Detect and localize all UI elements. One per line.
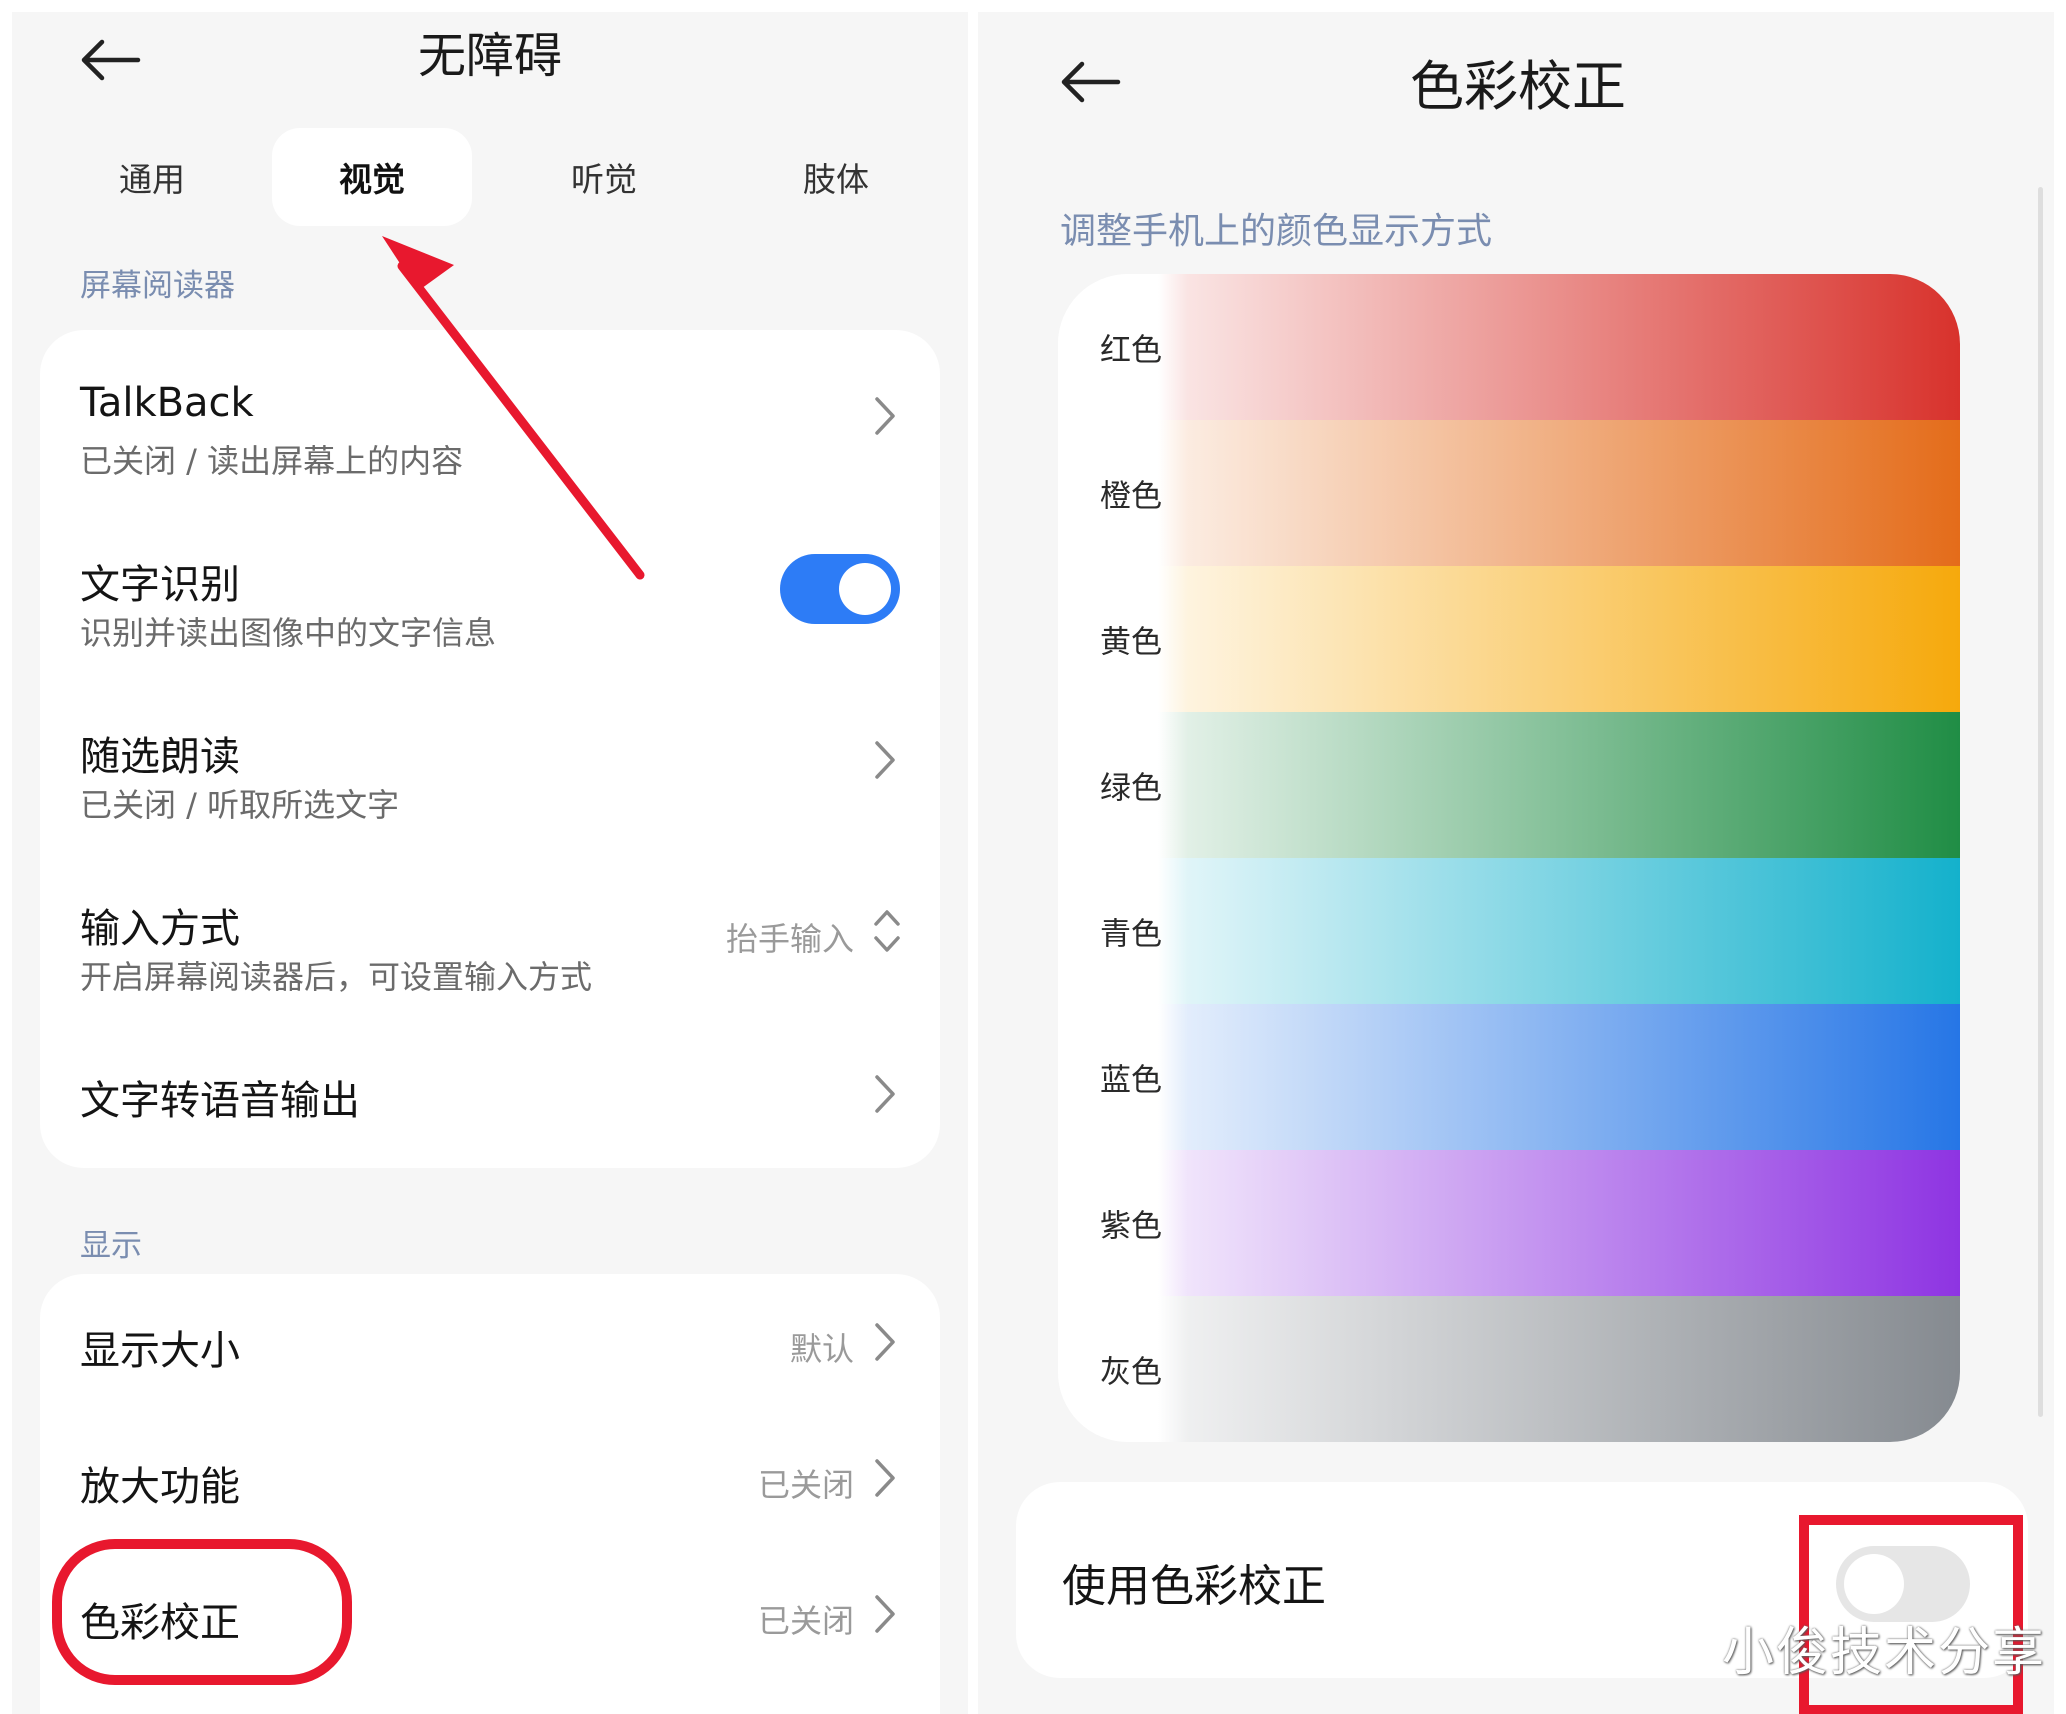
color-band-green: 绿色 [1058,712,1960,858]
text-recognition-row: 文字识别 识别并读出图像中的文字信息 [40,502,940,674]
page-title: 色彩校正 [1410,55,1626,118]
scrollbar[interactable] [2038,187,2043,1417]
chevron-right-icon [875,1075,895,1113]
talkback-title: TalkBack [80,380,254,426]
select-to-speak-title: 随选朗读 [80,734,240,780]
tts-output-row[interactable]: 文字转语音输出 [40,1018,940,1168]
color-palette: 红色 橙色 黄色 绿色 青色 蓝色 紫色 灰色 [1058,274,1960,1442]
talkback-subtitle: 已关闭 / 读出屏幕上的内容 [80,442,464,480]
chevron-up-down-icon [874,910,900,952]
accessibility-screen: 无障碍 通用 视觉 听觉 肢体 屏幕阅读器 TalkBack 已关闭 / 读出屏… [12,12,968,1714]
color-correction-title: 色彩校正 [80,1600,240,1646]
color-label-orange: 橙色 [1100,478,1162,515]
color-band-red: 红色 [1058,274,1960,420]
text-recognition-title: 文字识别 [80,562,240,608]
toggle-knob [839,563,891,615]
input-method-row[interactable]: 输入方式 开启屏幕阅读器后，可设置输入方式 抬手输入 [40,846,940,1018]
screen-reader-card: TalkBack 已关闭 / 读出屏幕上的内容 文字识别 识别并读出图像中的文字… [40,330,940,1168]
watermark: 小俊技术分享 [1722,1623,2047,1683]
color-band-cyan: 青色 [1058,858,1960,1004]
text-recognition-subtitle: 识别并读出图像中的文字信息 [80,614,497,652]
color-band-yellow: 黄色 [1058,566,1960,712]
chevron-right-icon [875,397,895,435]
color-label-red: 红色 [1100,332,1162,369]
tts-output-title: 文字转语音输出 [80,1078,360,1124]
magnification-title: 放大功能 [80,1464,240,1510]
tab-hearing[interactable]: 听觉 [504,128,704,226]
color-band-blue: 蓝色 [1058,1004,1960,1150]
section-screen-reader: 屏幕阅读器 [80,268,235,304]
color-label-purple: 紫色 [1100,1208,1162,1245]
magnification-value: 已关闭 [757,1466,854,1504]
toggle-knob [1844,1554,1904,1614]
color-label-green: 绿色 [1100,770,1162,807]
color-band-orange: 橙色 [1058,420,1960,566]
color-label-blue: 蓝色 [1100,1062,1162,1099]
back-arrow-icon[interactable] [1058,60,1122,104]
chevron-right-icon [875,741,895,779]
use-color-correction-label: 使用色彩校正 [1062,1561,1326,1612]
input-method-title: 输入方式 [80,906,240,952]
display-size-value: 默认 [789,1330,854,1368]
tab-physical[interactable]: 肢体 [736,128,936,226]
select-to-speak-subtitle: 已关闭 / 听取所选文字 [80,786,400,824]
color-correction-row[interactable]: 色彩校正 已关闭 [40,1546,940,1682]
color-label-cyan: 青色 [1100,916,1162,953]
color-correction-value: 已关闭 [757,1602,854,1640]
back-arrow-icon[interactable] [78,38,142,82]
color-label-gray: 灰色 [1100,1354,1162,1391]
display-size-title: 显示大小 [80,1328,240,1374]
display-card: 显示大小 默认 放大功能 已关闭 色彩校正 已关闭 [40,1274,940,1714]
chevron-right-icon [875,1459,895,1497]
color-band-purple: 紫色 [1058,1150,1960,1296]
input-method-value: 抬手输入 [725,920,854,958]
color-label-yellow: 黄色 [1100,624,1162,661]
tab-general[interactable]: 通用 [52,128,252,226]
description: 调整手机上的颜色显示方式 [1060,211,1493,252]
color-correction-screen: 色彩校正 调整手机上的颜色显示方式 红色 橙色 黄色 绿色 青色 蓝色 紫色 灰… [978,12,2054,1714]
chevron-right-icon [875,1595,895,1633]
color-band-gray: 灰色 [1058,1296,1960,1442]
text-recognition-toggle[interactable] [780,554,900,624]
section-display: 显示 [80,1228,142,1264]
talkback-row[interactable]: TalkBack 已关闭 / 读出屏幕上的内容 [40,330,940,502]
display-size-row[interactable]: 显示大小 默认 [40,1274,940,1410]
magnification-row[interactable]: 放大功能 已关闭 [40,1410,940,1546]
select-to-speak-row[interactable]: 随选朗读 已关闭 / 听取所选文字 [40,674,940,846]
tab-vision[interactable]: 视觉 [272,128,472,226]
input-method-subtitle: 开启屏幕阅读器后，可设置输入方式 [80,958,593,996]
page-title: 无障碍 [418,28,563,84]
chevron-right-icon [875,1323,895,1361]
